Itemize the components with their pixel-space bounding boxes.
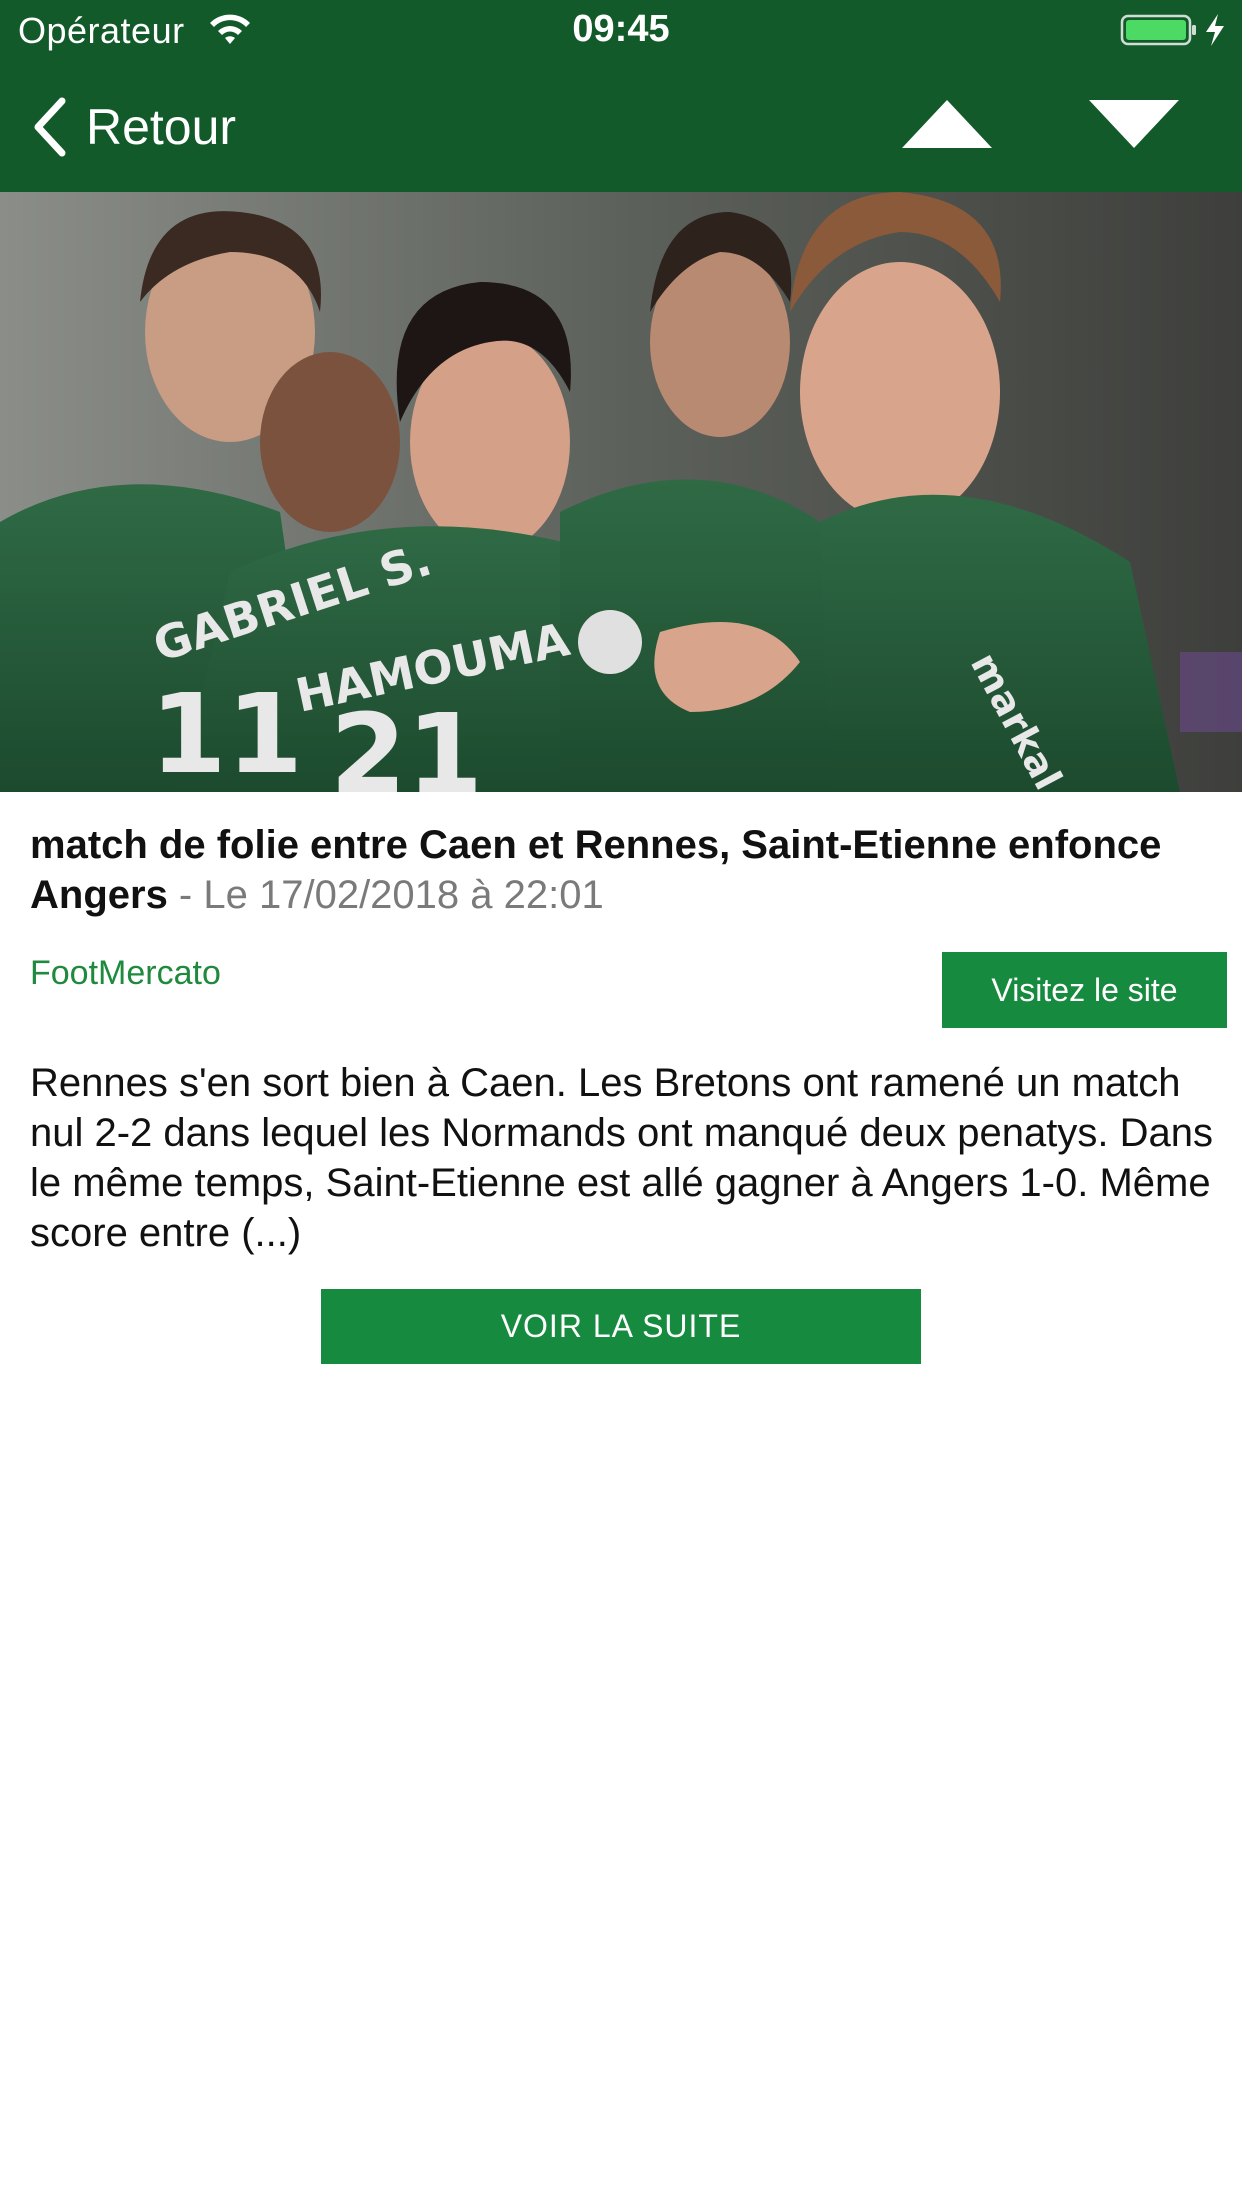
next-article-button[interactable] xyxy=(1087,98,1181,150)
article-photo: GABRIEL S. HAMOUMA markal 11 21 xyxy=(0,192,1242,792)
triangle-up-icon xyxy=(902,100,992,148)
status-time: 09:45 xyxy=(572,8,670,50)
article-source: FootMercato xyxy=(30,954,221,992)
article-date: - Le 17/02/2018 à 22:01 xyxy=(167,873,604,917)
battery-charging-icon xyxy=(1120,14,1224,46)
previous-article-button[interactable] xyxy=(900,98,994,150)
triangle-down-icon xyxy=(1089,100,1179,148)
article-excerpt: Rennes s'en sort bien à Caen. Les Breton… xyxy=(30,1061,1213,1255)
svg-text:21: 21 xyxy=(330,690,483,792)
svg-text:11: 11 xyxy=(150,670,303,792)
chevron-left-icon xyxy=(34,97,66,157)
back-button[interactable]: Retour xyxy=(30,92,236,162)
top-bar: Opérateur 09:45 Retour xyxy=(0,0,1242,192)
article-title: match de folie entre Caen et Rennes, Sai… xyxy=(30,820,1210,920)
visit-site-button[interactable]: Visitez le site xyxy=(942,952,1227,1028)
read-more-button[interactable]: VOIR LA SUITE xyxy=(321,1289,921,1364)
back-label: Retour xyxy=(86,99,237,155)
